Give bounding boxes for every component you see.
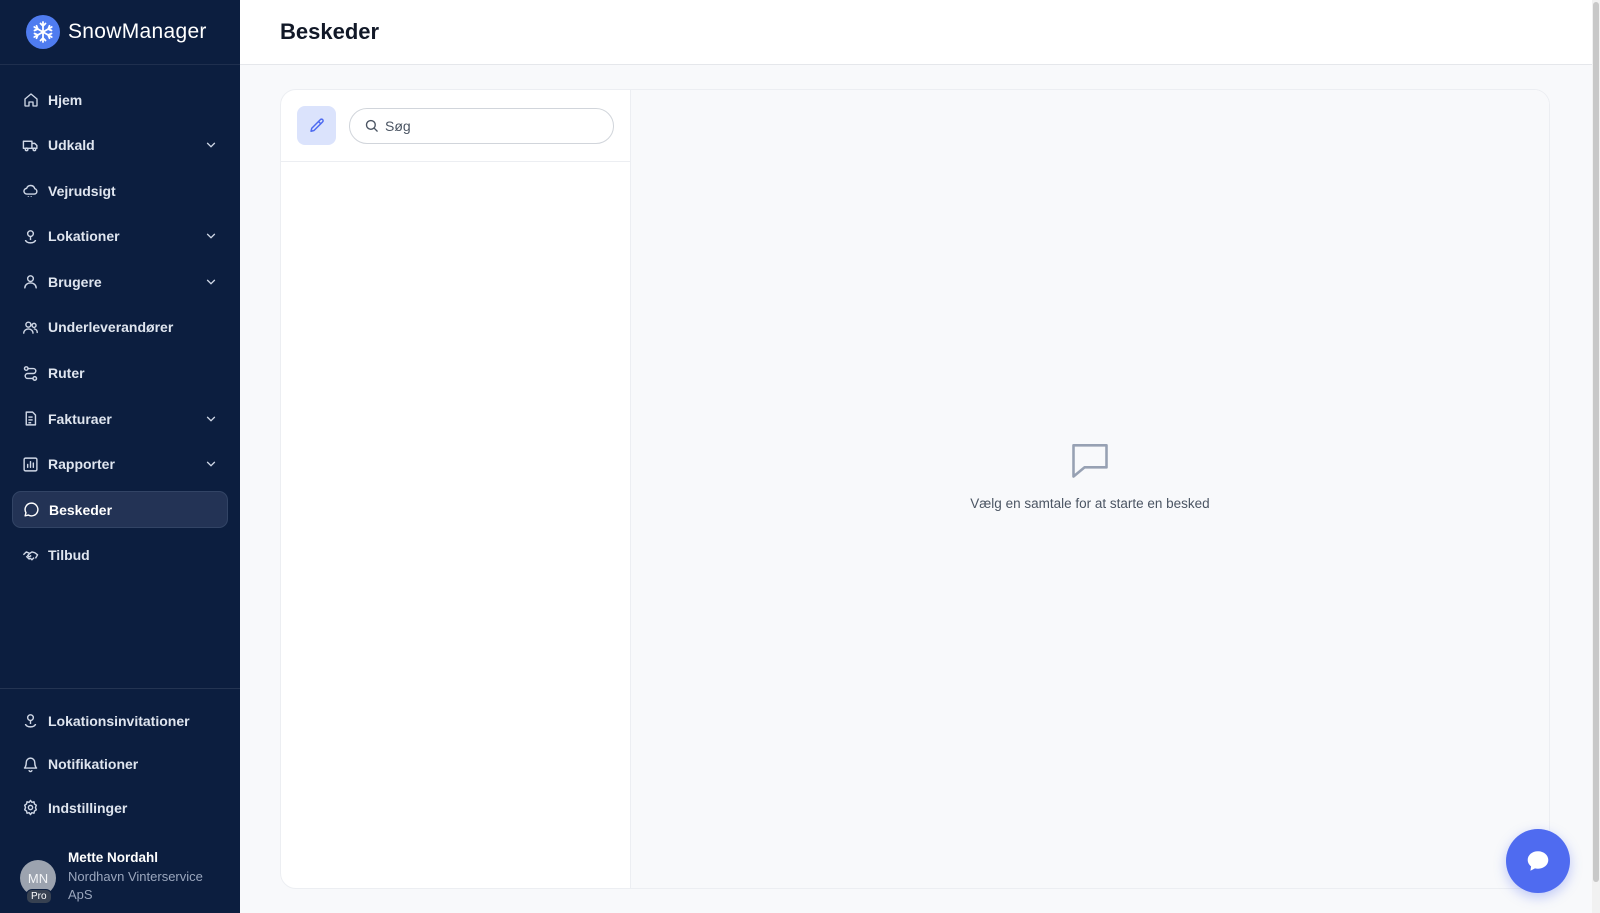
sidebar-item-label: Indstillinger — [48, 799, 128, 816]
sidebar-item-label: Beskeder — [49, 501, 113, 518]
chevron-down-icon[interactable] — [204, 138, 218, 152]
route-icon — [22, 365, 39, 382]
sidebar-item-lokationsinvitationer[interactable]: Lokationsinvitationer — [12, 703, 228, 739]
handshake-icon — [22, 547, 39, 564]
messages-panel: Vælg en samtale for at starte en besked — [280, 89, 1550, 889]
sidebar-item-label: Hjem — [48, 91, 83, 108]
search-icon — [365, 119, 378, 132]
sidebar-item-fakturaer[interactable]: Fakturaer — [12, 400, 228, 437]
page-scrollbar[interactable] — [1592, 0, 1600, 913]
content-area: Vælg en samtale for at starte en besked — [240, 65, 1600, 913]
sidebar: SnowManager Hjem Udkald Vejrudsigt Lokat… — [0, 0, 240, 913]
empty-state-text: Vælg en samtale for at starte en besked — [970, 495, 1210, 511]
message-icon — [23, 501, 40, 518]
chevron-down-icon[interactable] — [204, 412, 218, 426]
sidebar-item-label: Vejrudsigt — [48, 182, 116, 199]
location-pin-icon — [22, 228, 39, 245]
user-name: Mette Nordahl — [68, 850, 159, 865]
chevron-down-icon[interactable] — [204, 457, 218, 471]
chat-bubble-icon — [1072, 443, 1108, 478]
sidebar-item-label: Ruter — [48, 365, 85, 382]
main-nav: Hjem Udkald Vejrudsigt Lokationer Bruger… — [0, 65, 240, 688]
bottom-nav: Lokationsinvitationer Notifikationer Ind… — [0, 687, 240, 834]
sidebar-item-label: Underleverandører — [48, 319, 174, 336]
sidebar-item-label: Brugere — [48, 273, 102, 290]
sidebar-item-tilbud[interactable]: Tilbud — [12, 537, 228, 574]
new-message-button[interactable] — [297, 106, 336, 145]
support-chat-button[interactable] — [1506, 829, 1570, 893]
sidebar-item-notifikationer[interactable]: Notifikationer — [12, 746, 228, 782]
conversation-list — [281, 90, 631, 888]
sidebar-item-underleverandorer[interactable]: Underleverandører — [12, 309, 228, 346]
sidebar-item-lokationer[interactable]: Lokationer — [12, 218, 228, 255]
thread-pane: Vælg en samtale for at starte en besked — [631, 90, 1549, 888]
sidebar-item-beskeder[interactable]: Beskeder — [12, 491, 228, 529]
sidebar-item-label: Lokationer — [48, 228, 120, 245]
cloud-icon — [22, 182, 39, 199]
chat-icon — [1527, 851, 1549, 871]
sidebar-item-vejrudsigt[interactable]: Vejrudsigt — [12, 172, 228, 209]
users-icon — [22, 319, 39, 336]
avatar-initials: MN — [27, 870, 49, 886]
scrollbar-thumb[interactable] — [1593, 2, 1599, 882]
truck-icon — [22, 137, 39, 154]
user-info: Mette Nordahl Nordhavn Vinterservice ApS — [68, 850, 208, 904]
sidebar-item-label: Fakturaer — [48, 410, 112, 427]
sidebar-item-brugere[interactable]: Brugere — [12, 263, 228, 300]
bar-chart-icon — [22, 456, 39, 473]
plan-badge: Pro — [26, 889, 52, 904]
chevron-down-icon[interactable] — [204, 275, 218, 289]
sidebar-item-label: Tilbud — [48, 547, 90, 564]
sidebar-item-indstillinger[interactable]: Indstillinger — [12, 790, 228, 826]
sidebar-item-label: Rapporter — [48, 456, 115, 473]
document-icon — [22, 410, 39, 427]
home-icon — [22, 91, 39, 108]
bell-icon — [22, 756, 39, 773]
location-pin-icon — [22, 712, 39, 729]
gear-icon — [22, 799, 39, 816]
sidebar-item-udkald[interactable]: Udkald — [12, 127, 228, 164]
chevron-down-icon[interactable] — [204, 229, 218, 243]
conversation-toolbar — [281, 90, 630, 162]
sidebar-item-rapporter[interactable]: Rapporter — [12, 446, 228, 483]
sidebar-item-ruter[interactable]: Ruter — [12, 355, 228, 392]
brand[interactable]: SnowManager — [0, 0, 240, 65]
sidebar-item-label: Udkald — [48, 137, 95, 154]
page-header: Beskeder — [240, 0, 1600, 65]
snowflake-icon — [26, 15, 60, 49]
search-box[interactable] — [349, 107, 614, 144]
brand-name: SnowManager — [68, 20, 207, 43]
pencil-icon — [309, 117, 324, 132]
sidebar-item-label: Lokationsinvitationer — [48, 712, 190, 729]
sidebar-item-label: Notifikationer — [48, 756, 139, 772]
user-company: Nordhavn Vinterservice ApS — [68, 869, 203, 902]
page-title: Beskeder — [280, 19, 380, 44]
user-profile[interactable]: MN Pro Mette Nordahl Nordhavn Vinterserv… — [0, 833, 240, 913]
search-input[interactable] — [385, 117, 585, 134]
avatar: MN Pro — [20, 860, 56, 904]
sidebar-item-hjem[interactable]: Hjem — [12, 81, 228, 118]
user-icon — [22, 273, 39, 290]
main-area: Beskeder Vælg en samtale for at starte e… — [240, 0, 1600, 913]
